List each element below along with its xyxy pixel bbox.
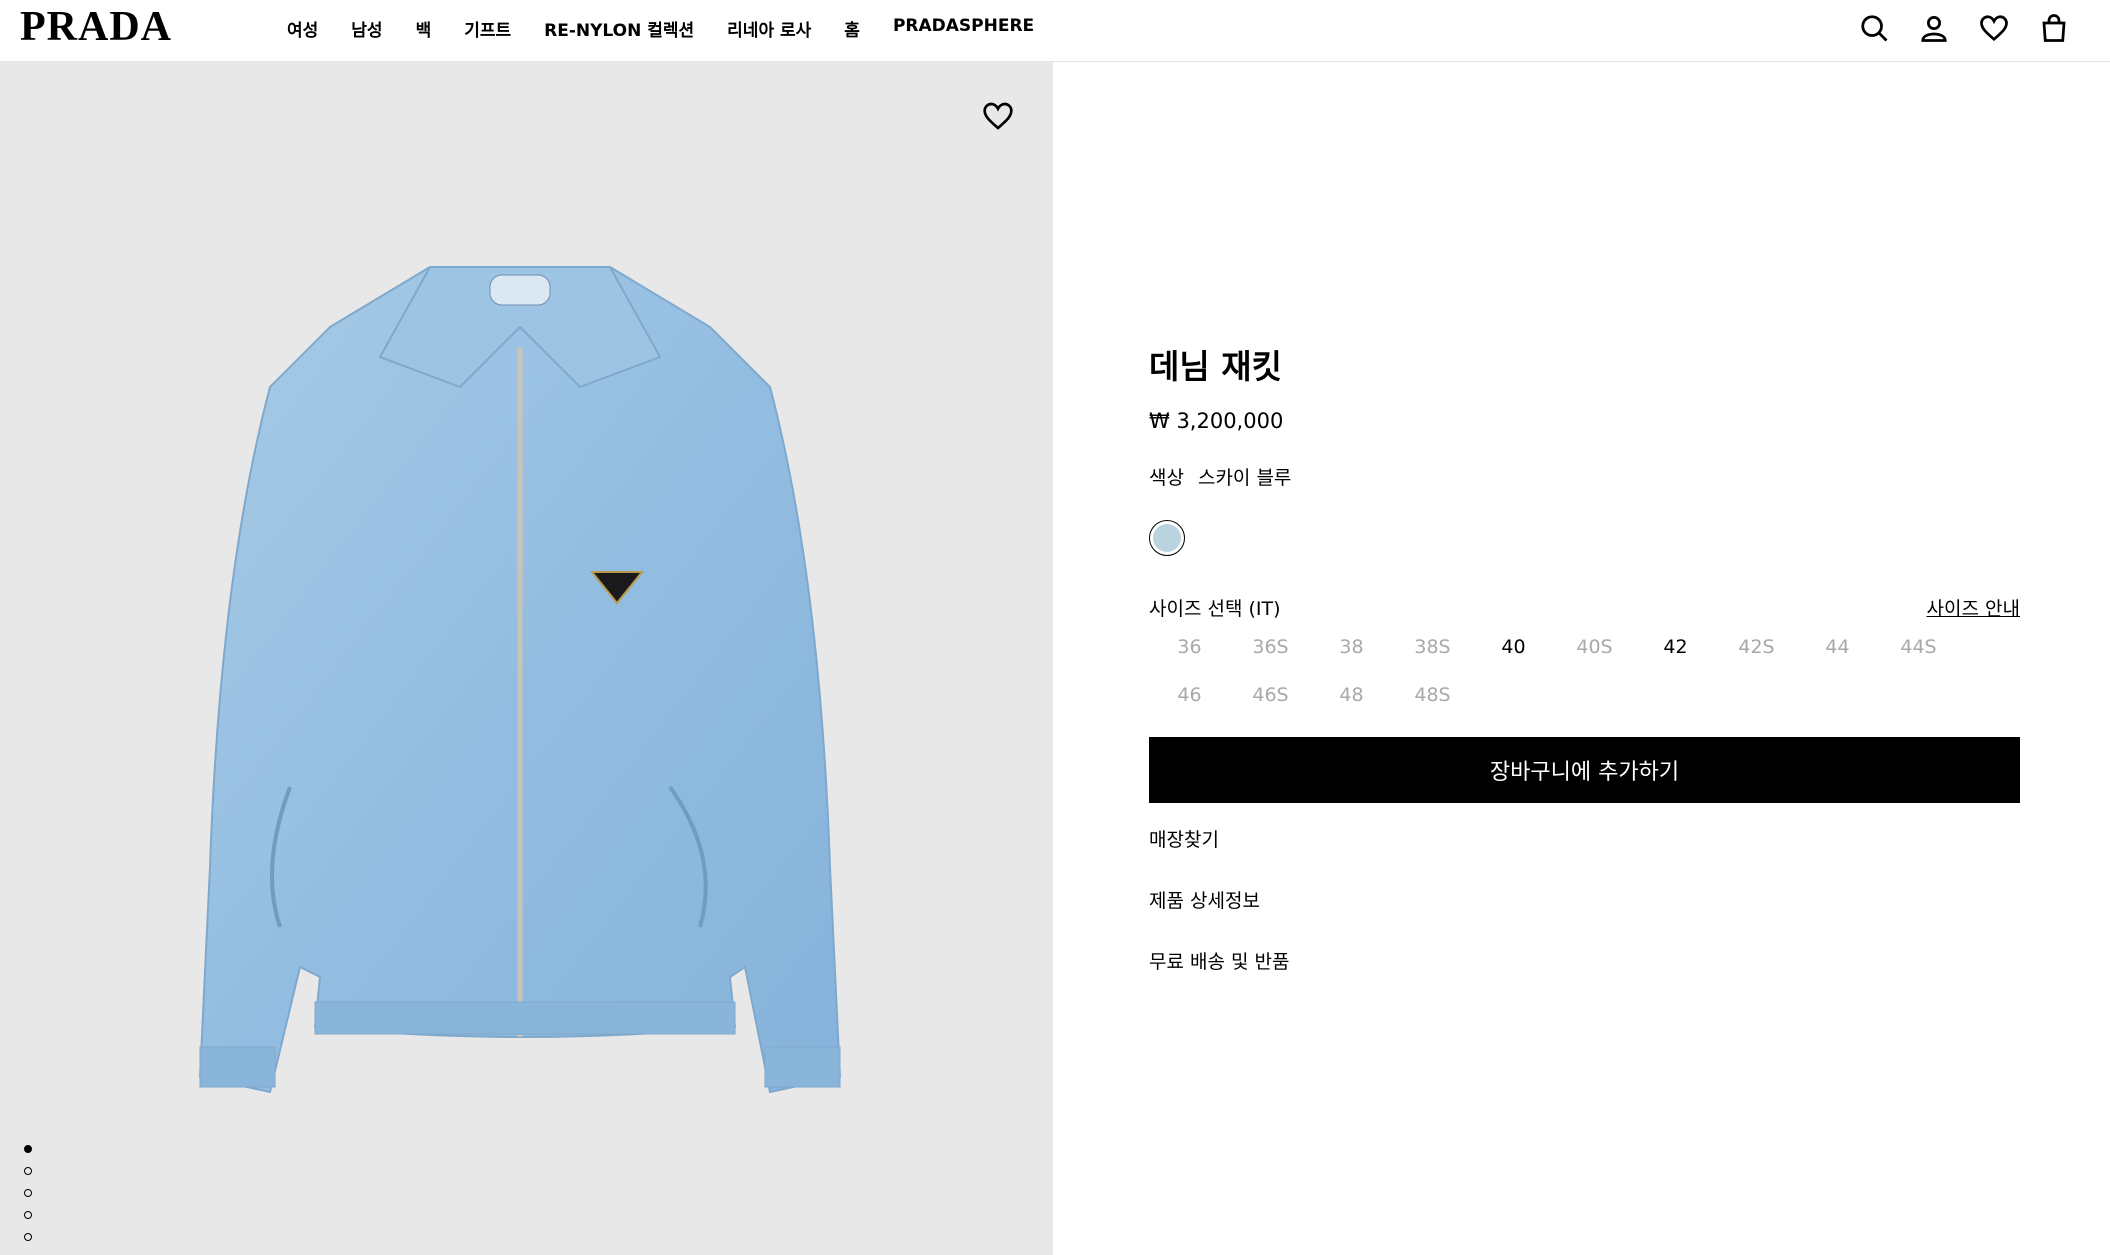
add-to-cart-button[interactable]: 장바구니에 추가하기 (1149, 737, 2020, 803)
product-links: 매장찾기 제품 상세정보 무료 배송 및 반품 (1149, 825, 2020, 974)
size-option[interactable]: 40 (1473, 636, 1554, 658)
size-option[interactable]: 48S (1392, 684, 1473, 706)
size-option[interactable]: 46S (1230, 684, 1311, 706)
nav-men[interactable]: 남성 (351, 16, 382, 41)
color-value: 스카이 블루 (1197, 467, 1292, 489)
nav-women[interactable]: 여성 (287, 16, 318, 41)
nav-pradasphere[interactable]: PRADASPHERE (893, 16, 1034, 41)
main-nav: 여성 남성 백 기프트 RE-NYLON 컬렉션 리네아 로사 홈 PRADAS… (287, 16, 1067, 41)
size-grid: 36 36S 38 38S 40 40S 42 42S 44 44S 46 46S 48 48S (1149, 636, 2020, 706)
nav-re-nylon[interactable]: RE-NYLON 컬렉션 (544, 16, 694, 41)
size-guide-link[interactable]: 사이즈 안내 (1927, 594, 2020, 621)
search-icon[interactable] (1858, 12, 1890, 44)
nav-gifts[interactable]: 기프트 (464, 16, 511, 41)
nav-bags[interactable]: 백 (416, 16, 432, 41)
shipping-returns-link[interactable]: 무료 배송 및 반품 (1149, 947, 2020, 974)
size-option[interactable]: 48 (1311, 684, 1392, 706)
size-option[interactable]: 38 (1311, 636, 1392, 658)
size-option[interactable]: 46 (1149, 684, 1230, 706)
gallery-dot[interactable] (24, 1145, 32, 1153)
site-header: PRADA 여성 남성 백 기프트 RE-NYLON 컬렉션 리네아 로사 홈 … (0, 0, 2110, 62)
gallery-dot[interactable] (24, 1233, 32, 1241)
color-swatch-sky-blue[interactable] (1149, 520, 1185, 556)
color-label: 색상 (1149, 467, 1184, 489)
size-option[interactable]: 36S (1230, 636, 1311, 658)
header-icons (1858, 12, 2070, 44)
size-option[interactable]: 36 (1149, 636, 1230, 658)
gallery-dot[interactable] (24, 1189, 32, 1197)
store-locator-link[interactable]: 매장찾기 (1149, 825, 2020, 852)
size-option[interactable]: 40S (1554, 636, 1635, 658)
product-image-denim-jacket (198, 266, 842, 1094)
swatch-fill (1153, 524, 1181, 552)
size-option[interactable]: 38S (1392, 636, 1473, 658)
product-title: 데님 재킷 (1149, 347, 1282, 386)
nav-home[interactable]: 홈 (844, 16, 860, 41)
size-option[interactable]: 44 (1797, 636, 1878, 658)
add-to-wishlist-heart-icon[interactable] (982, 100, 1016, 134)
size-label: 사이즈 선택 (IT) (1149, 598, 1281, 620)
size-option[interactable]: 44S (1878, 636, 1959, 658)
product-gallery (0, 62, 1053, 1255)
bag-icon[interactable] (2038, 12, 2070, 44)
color-row: 색상 스카이 블루 (1149, 463, 2020, 490)
gallery-dot[interactable] (24, 1211, 32, 1219)
prada-logo[interactable]: PRADA (20, 6, 172, 48)
size-option[interactable]: 42 (1635, 636, 1716, 658)
nav-linea-rossa[interactable]: 리네아 로사 (727, 16, 811, 41)
gallery-pagination (24, 1145, 32, 1241)
gallery-dot[interactable] (24, 1167, 32, 1175)
account-icon[interactable] (1918, 12, 1950, 44)
size-header: 사이즈 선택 (IT) 사이즈 안내 (1149, 594, 2020, 621)
heart-icon[interactable] (1978, 12, 2010, 44)
product-details-link[interactable]: 제품 상세정보 (1149, 886, 2020, 913)
product-price: ₩ 3,200,000 (1149, 409, 1284, 433)
product-details: 데님 재킷 ₩ 3,200,000 색상 스카이 블루 사이즈 선택 (IT) … (1149, 350, 2020, 974)
size-option[interactable]: 42S (1716, 636, 1797, 658)
